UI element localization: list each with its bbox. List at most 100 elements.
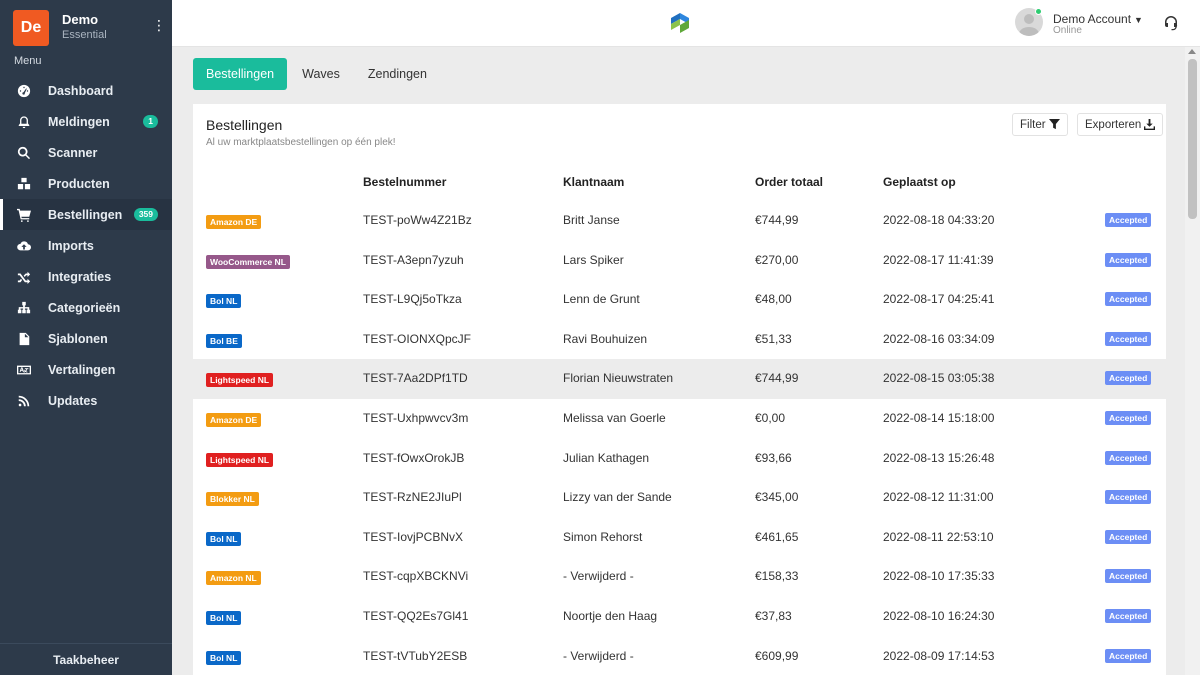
- tab-zendingen[interactable]: Zendingen: [355, 58, 440, 90]
- filter-button[interactable]: Filter: [1012, 113, 1068, 136]
- order-total: €93,66: [755, 450, 792, 465]
- table-row[interactable]: Amazon DE TEST-Uxhpwvcv3m Melissa van Goer…: [193, 399, 1166, 439]
- customer-name: - Verwijderd -: [563, 569, 634, 584]
- status-badge: Accepted: [1105, 292, 1152, 307]
- order-number[interactable]: TEST-IovjPCBNvX: [363, 530, 463, 544]
- order-number[interactable]: TEST-L9Qj5oTkza: [363, 292, 462, 306]
- table-row[interactable]: Lightspeed NL TEST-fOwxOrokJB Julian Katha…: [193, 439, 1166, 479]
- order-total: €37,83: [755, 608, 792, 623]
- workspace-name: Demo: [62, 12, 99, 27]
- order-number[interactable]: TEST-Uxhpwvcv3m: [363, 411, 468, 425]
- order-date: 2022-08-14 15:18:00: [883, 410, 995, 425]
- order-total: €744,99: [755, 213, 799, 227]
- sidebar-item-sjablonen[interactable]: Sjablonen: [0, 323, 172, 354]
- task-manager-button[interactable]: Taakbeheer: [0, 643, 172, 675]
- marketplace-badge: Lightspeed NL: [206, 452, 274, 467]
- order-date: 2022-08-18 04:33:20: [883, 213, 995, 227]
- order-total: €48,00: [755, 292, 792, 307]
- customer-name: Julian Kathagen: [563, 450, 650, 465]
- sidebar-item-label: Imports: [48, 238, 94, 253]
- table-row[interactable]: Lightspeed NL TEST-7Aa2DPf1TD Florian Nieu…: [193, 359, 1166, 399]
- kebab-menu-icon[interactable]: ⋮: [152, 18, 166, 32]
- order-date: 2022-08-16 03:34:09: [883, 331, 995, 346]
- customer-name: Britt Janse: [563, 213, 620, 227]
- sidebar-item-updates[interactable]: Updates: [0, 385, 172, 416]
- order-number[interactable]: TEST-RzNE2JIuPl: [363, 490, 462, 504]
- sidebar-item-scanner[interactable]: Scanner: [0, 137, 172, 168]
- order-number[interactable]: TEST-7Aa2DPf1TD: [363, 371, 468, 385]
- page-scrollbar[interactable]: [1185, 47, 1200, 675]
- table-row[interactable]: Amazon DE TEST-poWw4Z21Bz Britt Janse €744,…: [193, 201, 1166, 241]
- marketplace-badge: Bol NL: [206, 610, 242, 625]
- marketplace-badge: Amazon DE: [206, 412, 262, 427]
- order-date: 2022-08-11 22:53:10: [883, 529, 994, 544]
- sidebar-item-integraties[interactable]: Integraties: [0, 261, 172, 292]
- column-header-placed-on[interactable]: Geplaatst op: [883, 175, 956, 189]
- search-icon: [16, 145, 32, 161]
- customer-name: Melissa van Goerle: [563, 410, 666, 425]
- app-logo-icon[interactable]: [669, 12, 691, 34]
- table-row[interactable]: Blokker NL TEST-RzNE2JIuPl Lizzy van der S…: [193, 478, 1166, 518]
- status-badge: Accepted: [1105, 608, 1152, 623]
- table-row[interactable]: Bol NL TEST-L9Qj5oTkza Lenn de Grunt €48,00…: [193, 280, 1166, 320]
- export-button[interactable]: Exporteren: [1077, 113, 1164, 136]
- customer-name: Ravi Bouhuizen: [563, 331, 648, 346]
- brand-logo[interactable]: De: [13, 10, 49, 46]
- sidebar-item-imports[interactable]: Imports: [0, 230, 172, 261]
- sidebar-item-categorie-n[interactable]: Categorieën: [0, 292, 172, 323]
- order-date: 2022-08-10 17:35:33: [883, 569, 995, 584]
- customer-name: Lars Spiker: [563, 252, 624, 267]
- table-row[interactable]: WooCommerce NL TEST-A3epn7yzuh Lars Spiker…: [193, 241, 1166, 281]
- column-header-order-number[interactable]: Bestelnummer: [363, 175, 446, 189]
- status-badge: Accepted: [1105, 213, 1152, 227]
- table-row[interactable]: Bol NL TEST-IovjPCBNvX Simon Rehorst €461,6…: [193, 518, 1166, 558]
- order-date: 2022-08-15 03:05:38: [883, 371, 995, 386]
- customer-name: Lenn de Grunt: [563, 292, 640, 307]
- order-date: 2022-08-17 04:25:41: [883, 292, 995, 307]
- order-number[interactable]: TEST-A3epn7yzuh: [363, 253, 464, 267]
- marketplace-badge: Amazon DE: [206, 215, 262, 229]
- sidebar-item-label: Bestellingen: [48, 207, 123, 222]
- order-number[interactable]: TEST-OIONXQpcJF: [363, 332, 471, 346]
- sidebar-item-vertalingen[interactable]: Vertalingen: [0, 354, 172, 385]
- tab-waves[interactable]: Waves: [289, 58, 353, 90]
- online-status-dot: [1035, 8, 1042, 15]
- marketplace-badge: Bol NL: [206, 650, 242, 665]
- order-number[interactable]: TEST-fOwxOrokJB: [363, 451, 464, 465]
- status-badge: Accepted: [1105, 569, 1152, 584]
- boxes-icon: [16, 176, 32, 192]
- chevron-down-icon[interactable]: ▼: [1134, 15, 1143, 25]
- status-badge: Accepted: [1105, 410, 1152, 425]
- order-number[interactable]: TEST-QQ2Es7Gl41: [363, 609, 468, 623]
- card-subtitle: Al uw marktplaatsbestellingen op één ple…: [206, 137, 396, 148]
- column-header-order-total[interactable]: Order totaal: [755, 175, 823, 189]
- table-row[interactable]: Bol NL TEST-QQ2Es7Gl41 Noortje den Haag €37…: [193, 597, 1166, 637]
- column-header-customer[interactable]: Klantnaam: [563, 175, 624, 189]
- sidebar-item-label: Scanner: [48, 145, 98, 160]
- sidebar-item-meldingen[interactable]: Meldingen 1: [0, 106, 172, 137]
- order-number[interactable]: TEST-cqpXBCKNVi: [363, 569, 468, 583]
- account-name[interactable]: Demo Account: [1053, 12, 1131, 26]
- order-date: 2022-08-17 11:41:39: [883, 252, 994, 267]
- scroll-thumb[interactable]: [1188, 59, 1197, 219]
- status-badge: Accepted: [1105, 371, 1152, 386]
- order-number[interactable]: TEST-poWw4Z21Bz: [363, 213, 472, 227]
- headset-icon[interactable]: [1162, 14, 1180, 32]
- tab-bestellingen[interactable]: Bestellingen: [193, 58, 288, 90]
- sidebar-item-label: Integraties: [48, 269, 112, 284]
- order-date: 2022-08-10 16:24:30: [883, 608, 995, 623]
- table-row[interactable]: Amazon NL TEST-cqpXBCKNVi - Verwijderd - €1…: [193, 557, 1166, 597]
- funnel-icon: [1048, 119, 1060, 130]
- marketplace-badge: WooCommerce NL: [206, 254, 290, 269]
- table-row[interactable]: Bol NL TEST-tVTubY2ESB - Verwijderd - €609,…: [193, 637, 1166, 675]
- table-row[interactable]: Bol BE TEST-OIONXQpcJF Ravi Bouhuizen €51,3…: [193, 320, 1166, 360]
- status-badge: Accepted: [1105, 331, 1152, 346]
- scroll-up-arrow[interactable]: [1188, 49, 1196, 54]
- sidebar-item-bestellingen[interactable]: Bestellingen 359: [0, 199, 172, 230]
- sidebar-item-producten[interactable]: Producten: [0, 168, 172, 199]
- order-number[interactable]: TEST-tVTubY2ESB: [363, 649, 467, 663]
- download-icon: [1144, 119, 1156, 130]
- customer-name: Noortje den Haag: [563, 608, 658, 623]
- sidebar-item-dashboard[interactable]: Dashboard: [0, 75, 172, 106]
- dashboard-icon: [16, 83, 32, 99]
